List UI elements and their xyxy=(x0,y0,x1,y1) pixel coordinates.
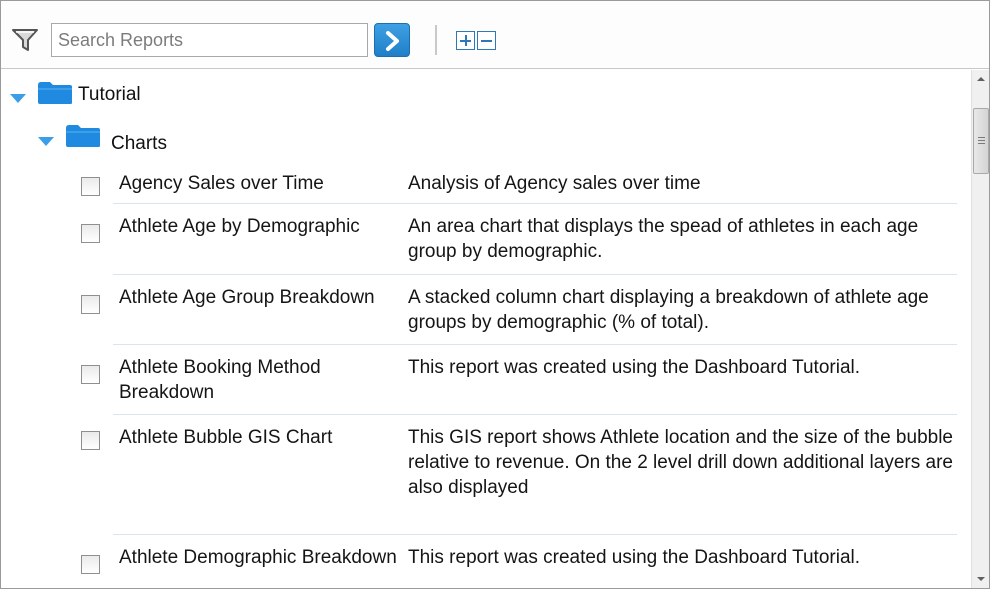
go-arrow-icon xyxy=(386,31,399,51)
report-description: This report was created using the Dashbo… xyxy=(408,547,861,568)
report-description: This report was created using the Dashbo… xyxy=(408,357,861,378)
collapse-all-icon[interactable] xyxy=(477,31,496,50)
report-row[interactable]: Athlete Booking Method Breakdown This re… xyxy=(71,346,961,415)
report-name[interactable]: Athlete Demographic Breakdown xyxy=(119,545,401,570)
report-description: Analysis of Agency sales over time xyxy=(408,173,701,194)
row-divider xyxy=(403,274,957,275)
toolbar-separator xyxy=(435,25,437,55)
tree-node-charts[interactable]: Charts xyxy=(111,133,167,155)
row-divider xyxy=(113,344,403,345)
report-name[interactable]: Athlete Age Group Breakdown xyxy=(119,285,401,310)
expand-caret-icon[interactable] xyxy=(10,94,26,103)
filter-icon[interactable] xyxy=(11,27,41,53)
row-divider xyxy=(113,414,403,415)
report-row[interactable]: Agency Sales over Time Analysis of Agenc… xyxy=(71,168,961,204)
report-name[interactable]: Athlete Age by Demographic xyxy=(119,214,401,239)
report-name[interactable]: Athlete Booking Method Breakdown xyxy=(119,355,401,405)
report-tree: Tutorial Charts Agency Sales over Time A… xyxy=(1,70,971,588)
report-checkbox[interactable] xyxy=(81,431,100,450)
report-name[interactable]: Athlete Bubble GIS Chart xyxy=(119,425,401,450)
scroll-thumb[interactable] xyxy=(973,108,989,174)
report-name[interactable]: Agency Sales over Time xyxy=(119,171,401,196)
report-checkbox[interactable] xyxy=(81,555,100,574)
search-input[interactable] xyxy=(51,23,368,57)
row-divider xyxy=(403,203,957,204)
report-description: A stacked column chart displaying a brea… xyxy=(408,287,929,333)
search-go-button[interactable] xyxy=(374,23,410,57)
expand-caret-icon[interactable] xyxy=(38,137,54,146)
row-divider xyxy=(403,414,957,415)
report-row[interactable]: Athlete Demographic Breakdown This repor… xyxy=(71,536,961,588)
report-row[interactable]: Athlete Age by Demographic An area chart… xyxy=(71,205,961,275)
vertical-scrollbar[interactable] xyxy=(971,70,989,588)
expand-all-icon[interactable] xyxy=(456,31,475,50)
report-row[interactable]: Athlete Age Group Breakdown A stacked co… xyxy=(71,276,961,345)
report-checkbox[interactable] xyxy=(81,295,100,314)
row-divider xyxy=(113,274,403,275)
row-divider xyxy=(113,203,403,204)
report-row[interactable]: Athlete Bubble GIS Chart This GIS report… xyxy=(71,416,961,535)
scroll-up-arrow-icon[interactable] xyxy=(972,70,990,88)
report-description: This GIS report shows Athlete location a… xyxy=(408,427,953,498)
toolbar xyxy=(1,1,989,69)
report-checkbox[interactable] xyxy=(81,177,100,196)
tree-node-tutorial[interactable]: Tutorial xyxy=(78,84,141,106)
folder-icon xyxy=(38,82,72,104)
report-description: An area chart that displays the spead of… xyxy=(408,216,919,262)
report-browser-panel: Tutorial Charts Agency Sales over Time A… xyxy=(0,0,990,589)
row-divider xyxy=(403,344,957,345)
report-checkbox[interactable] xyxy=(81,365,100,384)
report-checkbox[interactable] xyxy=(81,224,100,243)
scroll-down-arrow-icon[interactable] xyxy=(972,570,990,588)
row-divider xyxy=(403,534,957,535)
folder-icon xyxy=(66,125,100,147)
row-divider xyxy=(113,534,403,535)
